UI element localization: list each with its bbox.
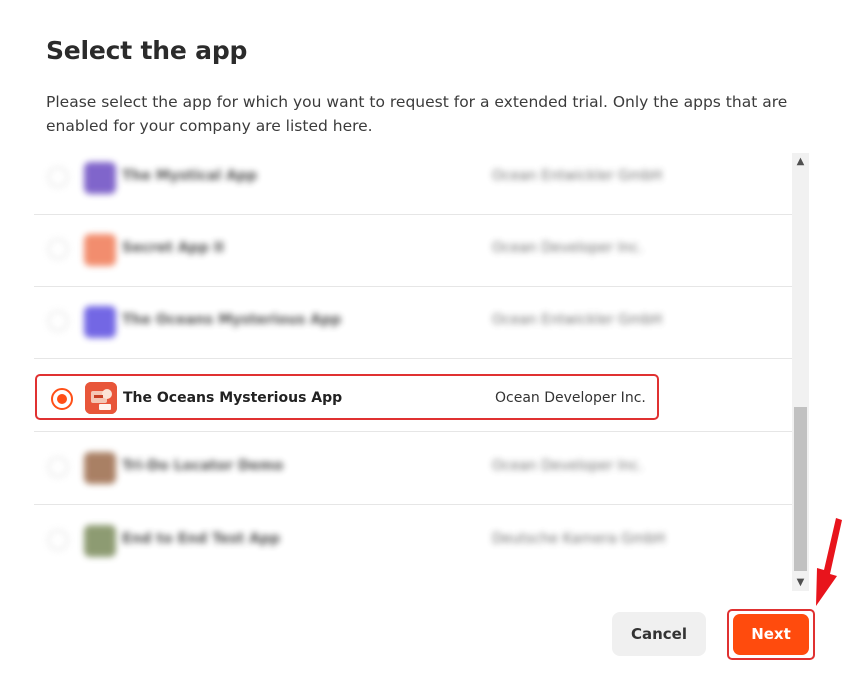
selected-app-highlight[interactable]: The Oceans Mysterious App Ocean Develope… [35, 374, 659, 420]
dialog-title: Select the app [46, 36, 248, 65]
app-name: Secret App II [122, 240, 225, 256]
radio-button-selected[interactable] [51, 388, 73, 410]
app-row[interactable]: Secret App II Ocean Developer Inc. [34, 215, 792, 287]
app-row[interactable]: The Oceans Mysterious App Ocean Entwickl… [34, 287, 792, 359]
app-icon [84, 234, 116, 266]
app-list[interactable]: The Mystical App Ocean Entwickler GmbH S… [34, 153, 792, 591]
app-icon [84, 306, 116, 338]
dialog-description: Please select the app for which you want… [46, 93, 788, 135]
app-icon [85, 382, 117, 414]
app-row[interactable]: End to End Test App Deutsche Kamera GmbH [34, 506, 792, 578]
app-name: The Oceans Mysterious App [122, 312, 342, 328]
app-icon [84, 452, 116, 484]
app-row[interactable]: The Mystical App Ocean Entwickler GmbH [34, 153, 792, 215]
app-name: The Oceans Mysterious App [123, 390, 343, 406]
app-company: Deutsche Kamera GmbH [492, 531, 666, 547]
next-button[interactable]: Next [733, 614, 809, 655]
scroll-up-icon[interactable]: ▲ [792, 153, 809, 170]
app-company: Ocean Developer Inc. [495, 390, 646, 406]
app-company: Ocean Developer Inc. [492, 458, 643, 474]
app-icon [84, 525, 116, 557]
app-company: Ocean Entwickler GmbH [492, 168, 663, 184]
app-name: End to End Test App [122, 531, 280, 547]
radio-button[interactable] [48, 311, 68, 331]
app-company: Ocean Entwickler GmbH [492, 312, 663, 328]
radio-button[interactable] [48, 239, 68, 259]
app-company: Ocean Developer Inc. [492, 240, 643, 256]
radio-button[interactable] [48, 457, 68, 477]
app-icon [84, 162, 116, 194]
app-name: The Mystical App [122, 168, 258, 184]
radio-button[interactable] [48, 167, 68, 187]
radio-button[interactable] [48, 530, 68, 550]
cancel-button[interactable]: Cancel [612, 612, 706, 656]
app-name: Tri-Do Locator Demo [122, 458, 284, 474]
red-arrow-icon [816, 518, 842, 606]
app-row[interactable]: Tri-Do Locator Demo Ocean Developer Inc. [34, 433, 792, 505]
